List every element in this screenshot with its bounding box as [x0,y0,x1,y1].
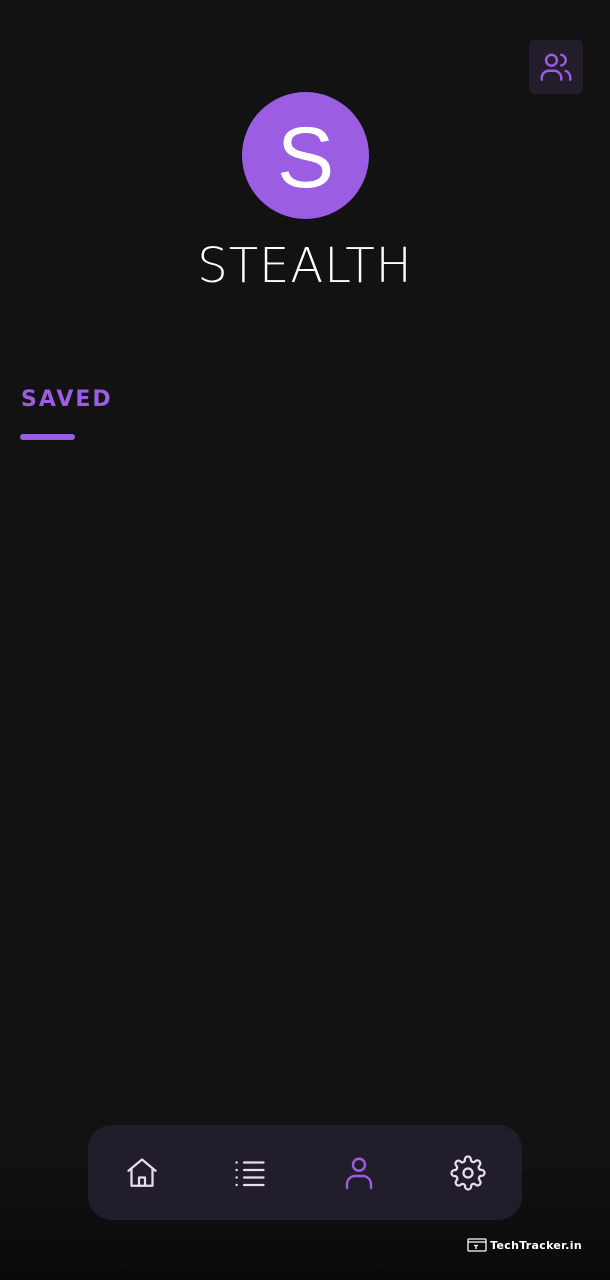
nav-profile[interactable] [305,1125,413,1220]
nav-home[interactable] [88,1125,196,1220]
avatar-letter: S [276,109,335,206]
bottom-navigation-bar [88,1125,522,1220]
list-icon [235,1160,265,1186]
nav-list[interactable] [196,1125,304,1220]
nav-settings[interactable] [414,1125,522,1220]
tab-saved[interactable]: SAVED [20,384,120,442]
friends-button[interactable] [529,40,583,94]
watermark-text: TechTracker.in [490,1238,582,1252]
users-icon [540,53,572,81]
home-icon [127,1157,157,1187]
avatar: S [242,92,369,219]
gear-icon [450,1154,486,1191]
user-icon [345,1157,373,1189]
watermark: TechTracker.in [467,1238,582,1252]
tab-saved-label: SAVED [21,387,113,412]
username: STEALTH [197,238,413,294]
tab-active-indicator [20,434,75,440]
browser-window-icon [467,1238,487,1252]
profile-screen: S STEALTH SAVED TechTracker.in [0,0,610,1280]
